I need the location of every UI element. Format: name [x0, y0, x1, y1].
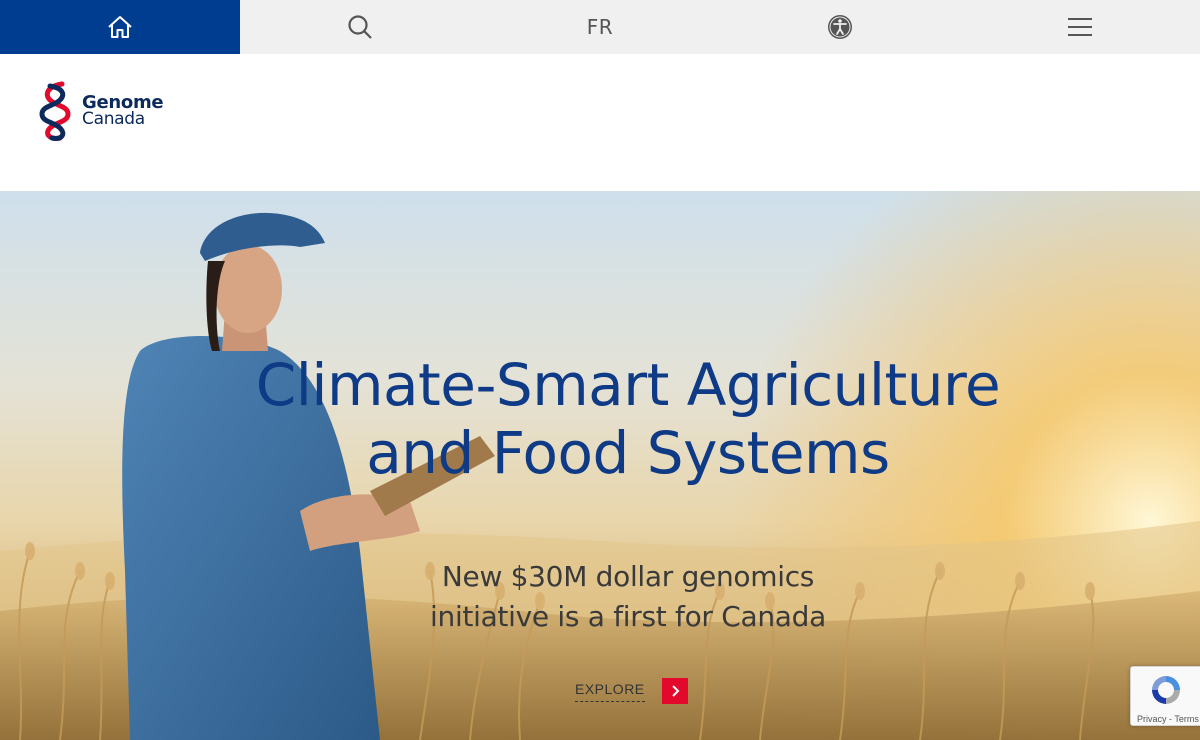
search-icon — [348, 15, 372, 39]
explore-arrow-button[interactable] — [661, 678, 688, 704]
genome-canada-logo[interactable]: Genome Canada — [38, 80, 164, 142]
chevron-right-icon — [671, 685, 680, 697]
recaptcha-privacy-terms[interactable]: Privacy - Terms — [1137, 714, 1199, 724]
home-icon — [108, 16, 132, 38]
top-navigation: FR — [0, 0, 1200, 54]
home-button[interactable] — [0, 0, 240, 54]
genome-helix-logo-icon — [39, 81, 71, 141]
hamburger-menu-icon — [1068, 18, 1092, 36]
hero-subtitle-line-2: initiative is a first for Canada — [430, 600, 826, 633]
accessibility-icon — [828, 15, 852, 39]
language-label: FR — [586, 15, 614, 39]
menu-button[interactable] — [960, 0, 1200, 54]
search-button[interactable] — [240, 0, 480, 54]
accessibility-button[interactable] — [720, 0, 960, 54]
hero-title-line-2: and Food Systems — [366, 419, 890, 487]
hero-title: Climate-Smart Agriculture and Food Syste… — [228, 351, 1028, 487]
hero-subtitle-line-1: New $30M dollar genomics — [441, 560, 815, 593]
language-toggle[interactable]: FR — [480, 0, 720, 54]
hero-subtitle: New $30M dollar genomics initiative is a… — [378, 557, 878, 637]
recaptcha-icon — [1152, 676, 1180, 704]
header-logo-band: Genome Canada — [0, 54, 1200, 191]
hero-title-line-1: Climate-Smart Agriculture — [255, 351, 1001, 419]
logo-wordmark: Genome Canada — [82, 94, 164, 129]
explore-label: EXPLORE — [575, 681, 645, 702]
explore-link[interactable]: EXPLORE — [575, 678, 688, 704]
hero-banner: Climate-Smart Agriculture and Food Syste… — [0, 191, 1200, 740]
recaptcha-badge[interactable]: Privacy - Terms — [1130, 666, 1200, 726]
logo-line-canada: Canada — [82, 109, 145, 129]
